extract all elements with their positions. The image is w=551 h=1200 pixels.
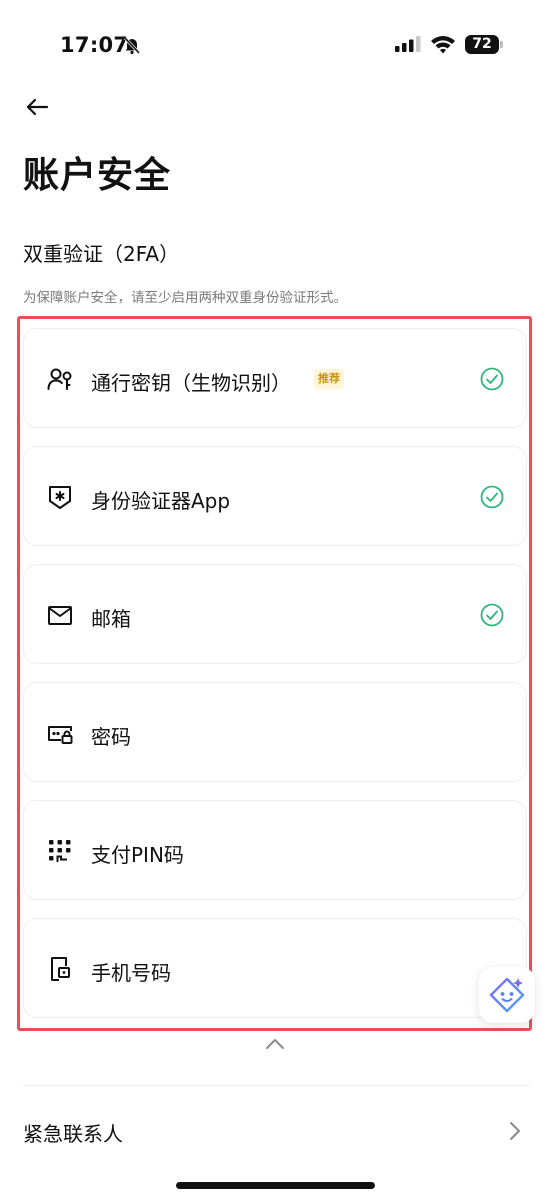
twofa-item-label: 邮箱	[91, 607, 131, 631]
check-circle-icon	[480, 485, 504, 509]
status-time: 17:07	[60, 33, 129, 57]
signal-icon	[395, 36, 421, 52]
divider	[23, 1085, 531, 1086]
twofa-item-label: 支付PIN码	[91, 843, 184, 867]
twofa-item-authenticator[interactable]: 身份验证器App	[23, 446, 527, 546]
emergency-contact-row[interactable]: 紧急联系人	[0, 1100, 551, 1162]
twofa-item-label: 身份验证器App	[91, 489, 231, 513]
check-circle-icon	[480, 603, 504, 627]
check-circle-icon	[480, 367, 504, 391]
twofa-item-passkey[interactable]: 通行密钥（生物识别） 推荐	[23, 328, 527, 428]
twofa-item-label: 密码	[91, 725, 131, 749]
page-title: 账户安全	[23, 155, 172, 196]
twofa-item-label: 手机号码	[91, 961, 171, 985]
status-bar: 17:07 72	[0, 0, 551, 90]
recommended-badge: 推荐	[314, 369, 344, 389]
assistant-floating-button[interactable]	[479, 967, 535, 1023]
twofa-item-label: 通行密钥（生物识别）	[91, 371, 291, 395]
battery-cap	[500, 41, 503, 48]
authenticator-shield-icon	[47, 484, 73, 510]
twofa-section-description: 为保障账户安全，请至少启用两种双重身份验证形式。	[23, 290, 347, 306]
back-button[interactable]	[22, 94, 52, 120]
collapse-button[interactable]	[262, 1034, 288, 1054]
battery-indicator: 72	[465, 35, 503, 54]
phone-icon	[47, 956, 73, 982]
passkey-person-icon	[47, 366, 73, 392]
bell-muted-icon	[123, 36, 141, 55]
twofa-item-phone[interactable]: 手机号码	[23, 918, 527, 1018]
twofa-item-pin[interactable]: 支付PIN码	[23, 800, 527, 900]
password-lock-icon	[47, 720, 73, 746]
twofa-item-password[interactable]: 密码	[23, 682, 527, 782]
twofa-item-email[interactable]: 邮箱	[23, 564, 527, 664]
wifi-icon	[431, 36, 455, 54]
battery-level: 72	[465, 35, 499, 54]
emergency-contact-label: 紧急联系人	[23, 1122, 123, 1146]
pin-keypad-icon	[47, 838, 73, 864]
assistant-face-icon	[489, 977, 525, 1013]
chevron-right-icon	[510, 1122, 520, 1140]
arrow-left-icon	[26, 98, 49, 116]
mail-icon	[47, 602, 73, 628]
chevron-up-icon	[266, 1039, 284, 1049]
twofa-section-title: 双重验证（2FA）	[23, 242, 180, 266]
home-indicator	[176, 1182, 375, 1189]
